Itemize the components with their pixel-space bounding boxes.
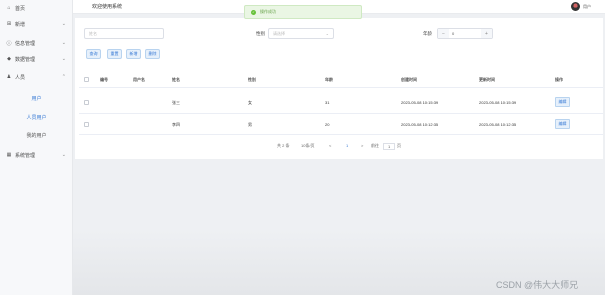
cell-age: 20 bbox=[325, 122, 330, 127]
row-checkbox[interactable] bbox=[84, 100, 89, 105]
search-button[interactable]: 查询 bbox=[86, 49, 101, 59]
increment-button[interactable]: + bbox=[481, 29, 492, 38]
sidebar-item-label: 首页 bbox=[15, 5, 26, 12]
pagination-total: 共 2 条 bbox=[277, 143, 290, 148]
toast-text: 操作成功 bbox=[260, 9, 276, 14]
sidebar-subitem-1[interactable]: 人员用户 bbox=[0, 110, 73, 124]
cell-updated: 2023-05-08 10:12:35 bbox=[479, 122, 517, 127]
chevron-down-icon: ⌄ bbox=[61, 40, 66, 46]
sidebar-item-system[interactable]: ▦ 系统管理 ⌄ bbox=[0, 147, 73, 163]
sidebar: ⌂ 首页 ⊞ 新增 ⌄ ⓘ 信息管理 ⌄ ◆ 数据管理 ⌄ ♟ 人员 ⌃ 用户 … bbox=[0, 0, 73, 295]
sidebar-item-users[interactable]: ♟ 人员 ⌃ bbox=[0, 69, 73, 85]
watermark: CSDN @伟大大师兄 bbox=[496, 280, 579, 290]
sidebar-item-label: 数据管理 bbox=[15, 56, 36, 63]
avatar[interactable] bbox=[571, 2, 580, 11]
divider bbox=[79, 134, 603, 135]
col-header-actions: 操作 bbox=[555, 77, 563, 82]
prev-page-button[interactable]: < bbox=[329, 143, 331, 148]
cell-age: 31 bbox=[325, 100, 330, 105]
gender-select[interactable]: 请选择 ⌄ bbox=[268, 28, 334, 39]
edit-button[interactable]: 编辑 bbox=[555, 119, 570, 129]
page-unit: 页 bbox=[397, 143, 401, 148]
add-button[interactable]: 新增 bbox=[126, 49, 141, 59]
info-icon: ⓘ bbox=[6, 40, 12, 47]
grid-icon: ▦ bbox=[6, 152, 12, 158]
sidebar-item-label: 人员 bbox=[15, 74, 26, 81]
pin-icon: ◆ bbox=[7, 56, 11, 62]
col-header-id: 编号 bbox=[100, 77, 108, 82]
col-header-age: 年龄 bbox=[325, 77, 333, 82]
plus-icon: ⊞ bbox=[6, 21, 12, 27]
next-page-button[interactable]: > bbox=[361, 143, 363, 148]
user-icon: ♟ bbox=[6, 74, 12, 80]
age-stepper[interactable]: − 0 + bbox=[437, 28, 493, 39]
sidebar-item-add[interactable]: ⊞ 新增 ⌄ bbox=[0, 16, 73, 32]
check-icon: ✓ bbox=[251, 9, 256, 15]
divider bbox=[79, 87, 603, 88]
goto-input[interactable]: 1 bbox=[383, 143, 396, 150]
chevron-down-icon: ⌄ bbox=[61, 152, 66, 158]
sidebar-item-data[interactable]: ◆ 数据管理 ⌄ bbox=[0, 51, 73, 67]
cell-created: 2023-05-08 10:15:39 bbox=[401, 100, 439, 105]
goto-label: 前往 bbox=[371, 143, 379, 148]
sidebar-item-info[interactable]: ⓘ 信息管理 ⌄ bbox=[0, 35, 73, 51]
col-header-name: 姓名 bbox=[172, 77, 180, 82]
col-header-updated: 更新时间 bbox=[479, 77, 495, 82]
success-toast: ✓ 操作成功 bbox=[244, 5, 362, 19]
chevron-down-icon: ⌄ bbox=[61, 56, 66, 62]
chevron-down-icon: ⌄ bbox=[61, 21, 66, 27]
col-header-gender: 性别 bbox=[248, 77, 256, 82]
sidebar-item-home[interactable]: ⌂ 首页 bbox=[0, 0, 73, 16]
age-label: 年龄 bbox=[423, 31, 432, 36]
cell-gender: 男 bbox=[248, 122, 252, 127]
cell-updated: 2023-05-08 10:15:39 bbox=[479, 100, 517, 105]
page-size-select[interactable]: 10条/页 bbox=[301, 143, 315, 149]
delete-button[interactable]: 删除 bbox=[145, 49, 160, 59]
page-title: 欢迎使用系统 bbox=[92, 4, 123, 10]
name-input[interactable]: 姓名 bbox=[84, 28, 164, 39]
home-icon: ⌂ bbox=[7, 5, 11, 11]
chevron-up-icon: ⌃ bbox=[61, 74, 66, 80]
page-number[interactable]: 1 bbox=[346, 143, 348, 148]
divider bbox=[79, 113, 603, 114]
cell-name: 李四 bbox=[172, 122, 180, 127]
col-header-created: 创建时间 bbox=[401, 77, 417, 82]
cell-name: 张三 bbox=[172, 100, 180, 105]
reset-button[interactable]: 重置 bbox=[107, 49, 122, 59]
sidebar-item-label: 信息管理 bbox=[15, 40, 36, 47]
decrement-button[interactable]: − bbox=[438, 29, 449, 38]
edit-button[interactable]: 编辑 bbox=[555, 97, 570, 107]
sidebar-subitem-2[interactable]: 我的用户 bbox=[0, 128, 73, 142]
col-header-username: 用户名 bbox=[133, 77, 145, 82]
sidebar-item-label: 新增 bbox=[15, 21, 26, 28]
sidebar-item-label: 系统管理 bbox=[15, 152, 36, 159]
main-card: 姓名 性别 请选择 ⌄ 年龄 − 0 + 查询 重置 新增 删除 编号 用户名 … bbox=[75, 18, 603, 159]
age-value[interactable]: 0 bbox=[449, 31, 481, 36]
cell-created: 2023-05-08 10:12:35 bbox=[401, 122, 439, 127]
sidebar-subitem-0[interactable]: 用户 bbox=[0, 91, 73, 105]
select-all-checkbox[interactable] bbox=[84, 77, 89, 82]
gender-placeholder: 请选择 bbox=[273, 30, 285, 36]
chevron-down-icon: ⌄ bbox=[325, 31, 329, 36]
gender-label: 性别 bbox=[256, 31, 265, 36]
cell-gender: 女 bbox=[248, 100, 252, 105]
username[interactable]: 用户 bbox=[583, 4, 591, 10]
row-checkbox[interactable] bbox=[84, 122, 89, 127]
